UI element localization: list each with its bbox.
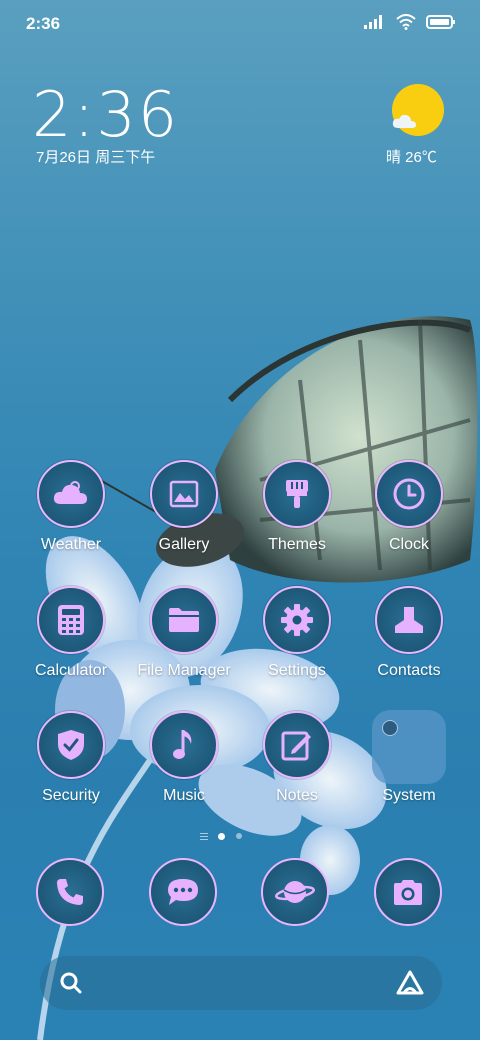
system-folder[interactable] xyxy=(372,710,446,784)
folder-group-icon xyxy=(382,720,398,736)
dock-phone[interactable] xyxy=(36,858,104,926)
app-label: Themes xyxy=(268,536,326,553)
wifi-icon xyxy=(396,14,416,30)
status-time: 2:36 xyxy=(26,14,61,33)
phone-icon xyxy=(36,858,104,926)
contact-icon xyxy=(375,586,443,654)
app-settings[interactable]: Settings xyxy=(241,586,353,696)
app-label: Settings xyxy=(268,662,326,679)
app-security[interactable]: Security xyxy=(15,711,127,821)
app-clock[interactable]: Clock xyxy=(353,460,465,570)
app-label: Music xyxy=(163,787,205,804)
shield-icon xyxy=(37,711,105,779)
app-contacts[interactable]: Contacts xyxy=(353,586,465,696)
app-label: Weather xyxy=(40,536,102,553)
app-notes[interactable]: Notes xyxy=(241,711,353,821)
app-label: Notes xyxy=(276,787,318,804)
app-calculator[interactable]: Calculator xyxy=(15,586,127,696)
page-list-icon xyxy=(200,833,208,840)
page-dot xyxy=(236,833,242,839)
dock-browser[interactable] xyxy=(261,858,329,926)
app-weather[interactable]: Weather xyxy=(15,460,127,570)
app-label: Clock xyxy=(388,536,429,553)
search-bar[interactable] xyxy=(40,956,442,1010)
status-bar: 2:36 xyxy=(0,0,480,50)
app-label: File Manager xyxy=(137,662,231,679)
folder-icon xyxy=(150,586,218,654)
search-icon[interactable] xyxy=(60,972,82,994)
app-label: Gallery xyxy=(158,536,210,553)
app-label: Calculator xyxy=(34,662,108,679)
clock-icon xyxy=(375,460,443,528)
weather-icon xyxy=(37,460,105,528)
dock-messages[interactable] xyxy=(149,858,217,926)
calculator-icon xyxy=(37,586,105,654)
gallery-icon xyxy=(150,460,218,528)
message-icon xyxy=(149,858,217,926)
app-label: Contacts xyxy=(377,662,441,679)
camera-icon xyxy=(374,858,442,926)
battery-icon xyxy=(426,15,455,29)
weather-text: 晴 26℃ xyxy=(386,149,437,166)
app-label: Security xyxy=(42,787,100,804)
page-dot-active xyxy=(218,833,225,840)
notes-icon xyxy=(263,711,331,779)
assistant-icon[interactable] xyxy=(396,970,424,996)
app-gallery[interactable]: Gallery xyxy=(128,460,240,570)
clock-widget-time[interactable]: 2:36 xyxy=(32,78,179,151)
music-note-icon xyxy=(150,711,218,779)
app-themes[interactable]: Themes xyxy=(241,460,353,570)
browser-planet-icon xyxy=(261,858,329,926)
app-file-manager[interactable]: File Manager xyxy=(128,586,240,696)
dock-camera[interactable] xyxy=(374,858,442,926)
gear-icon xyxy=(263,586,331,654)
status-icons xyxy=(364,14,456,30)
app-music[interactable]: Music xyxy=(128,711,240,821)
sun-cloud-icon xyxy=(392,114,416,128)
page-indicator[interactable] xyxy=(200,830,260,842)
signal-icon xyxy=(364,15,382,29)
themes-brush-icon xyxy=(263,460,331,528)
clock-widget-date: 7月26日 周三下午 xyxy=(36,149,156,166)
